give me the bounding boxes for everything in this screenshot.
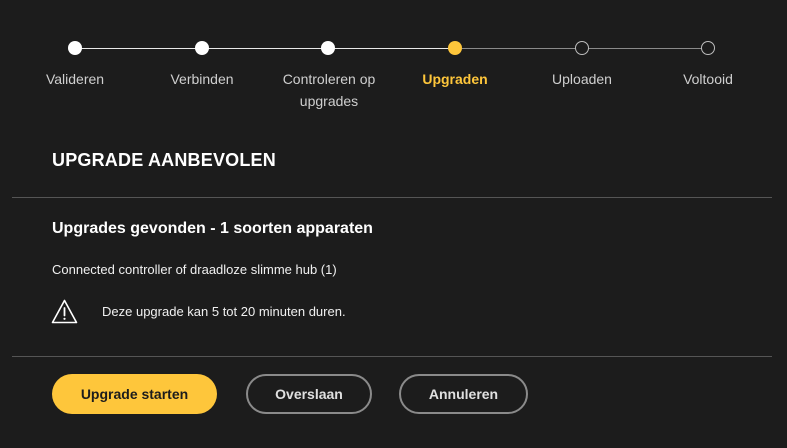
warning-triangle-icon <box>51 299 78 324</box>
divider-bottom <box>12 356 772 357</box>
step-dot-valideren <box>68 41 82 55</box>
divider-top <box>12 197 772 198</box>
start-upgrade-button[interactable]: Upgrade starten <box>52 374 217 414</box>
step-label-uploaden: Uploaden <box>552 71 612 87</box>
step-dot-uploaden <box>575 41 589 55</box>
step-label-verbinden: Verbinden <box>170 71 234 87</box>
upgrades-found-heading: Upgrades gevonden - 1 soorten apparaten <box>52 220 373 237</box>
step-label-controleren: Controleren op upgrades <box>282 71 376 109</box>
cancel-button[interactable]: Annuleren <box>399 374 528 414</box>
progress-stepper: Valideren Verbinden Controleren op upgra… <box>0 0 787 130</box>
step-label-valideren: Valideren <box>45 71 105 87</box>
step-label-upgraden: Upgraden <box>422 71 488 87</box>
duration-warning-text: Deze upgrade kan 5 tot 20 minuten duren. <box>102 304 346 319</box>
step-dot-verbinden <box>195 41 209 55</box>
skip-button[interactable]: Overslaan <box>246 374 372 414</box>
page-title: UPGRADE AANBEVOLEN <box>52 150 276 170</box>
step-dot-voltooid <box>701 41 715 55</box>
stepper-line-completed <box>75 48 455 49</box>
device-type-item: Connected controller of draadloze slimme… <box>52 262 337 277</box>
step-label-voltooid: Voltooid <box>683 71 733 87</box>
step-dot-upgraden <box>448 41 462 55</box>
step-dot-controleren <box>321 41 335 55</box>
